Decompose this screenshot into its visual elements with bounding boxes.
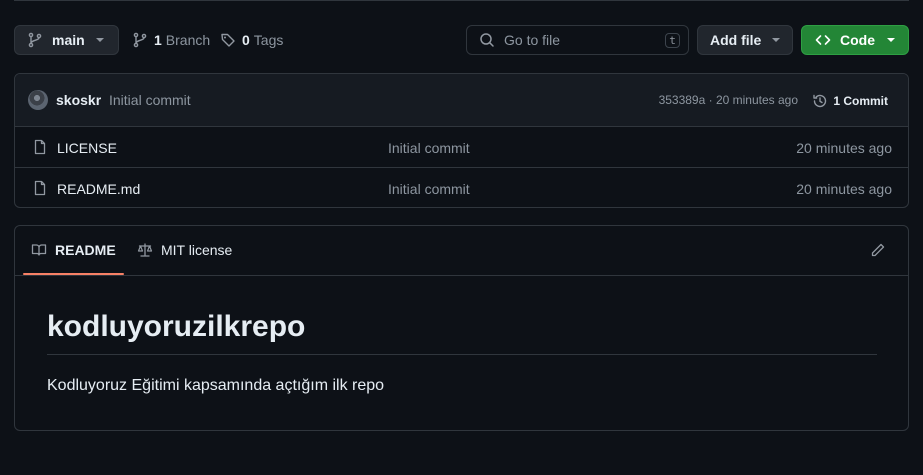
tab-license-label: MIT license <box>161 242 233 258</box>
keyboard-shortcut-hint: t <box>665 33 680 48</box>
avatar[interactable] <box>28 90 48 110</box>
branches-link[interactable]: 1 Branch <box>132 25 210 55</box>
file-icon <box>32 180 48 196</box>
file-name-link[interactable]: LICENSE <box>57 140 117 156</box>
code-label: Code <box>840 32 875 48</box>
chevron-down-icon <box>887 38 895 42</box>
top-divider <box>14 0 909 1</box>
add-file-button[interactable]: Add file <box>697 25 793 55</box>
commit-message-link[interactable]: Initial commit <box>109 92 191 108</box>
branch-label: Branch <box>165 32 211 48</box>
readme-body-text: Kodluyoruz Eğitimi kapsamında açtığım il… <box>47 377 385 394</box>
tag-count: 0 <box>242 32 250 48</box>
commit-history-link[interactable]: 1 Commit <box>812 93 888 109</box>
readme-tabs: README MIT license <box>15 226 908 276</box>
commit-count-label: 1 Commit <box>833 94 888 108</box>
tab-readme-label: README <box>55 242 116 258</box>
go-to-file-input[interactable]: Go to file t <box>466 25 689 55</box>
chevron-down-icon <box>96 38 104 42</box>
book-icon <box>31 242 47 258</box>
file-row[interactable]: LICENSE Initial commit 20 minutes ago <box>15 127 908 168</box>
branch-count: 1 <box>154 32 162 48</box>
code-icon <box>815 32 831 48</box>
tag-label: Tags <box>253 32 284 48</box>
file-icon <box>32 139 48 155</box>
code-button[interactable]: Code <box>801 25 909 55</box>
search-placeholder: Go to file <box>504 32 561 48</box>
tags-link[interactable]: 0 Tags <box>220 25 283 55</box>
history-icon <box>812 93 828 109</box>
git-branch-icon <box>27 32 43 48</box>
repo-toolbar: main 1 Branch 0 Tags Go to file t Add fi… <box>14 25 909 57</box>
latest-commit-bar: skoskr Initial commit 353389a · 20 minut… <box>15 74 908 127</box>
search-icon <box>479 32 495 48</box>
file-commit-message-link[interactable]: Initial commit <box>388 140 470 156</box>
file-name-link[interactable]: README.md <box>57 181 140 197</box>
branch-selector-button[interactable]: main <box>14 25 119 55</box>
file-table: skoskr Initial commit 353389a · 20 minut… <box>14 73 909 208</box>
commit-sha-time[interactable]: 353389a · 20 minutes ago <box>659 93 798 107</box>
tag-icon <box>220 32 236 48</box>
file-row[interactable]: README.md Initial commit 20 minutes ago <box>15 168 908 207</box>
commit-author-link[interactable]: skoskr <box>56 92 101 108</box>
file-commit-message-link[interactable]: Initial commit <box>388 181 470 197</box>
scale-icon <box>137 242 153 258</box>
branch-name: main <box>52 32 85 48</box>
readme-panel: README MIT license kodluyoruzilkrepo Kod… <box>14 225 909 431</box>
git-branch-icon <box>132 32 148 48</box>
readme-heading: kodluyoruzilkrepo <box>47 310 877 355</box>
tab-license[interactable]: MIT license <box>137 226 232 274</box>
pencil-icon[interactable] <box>870 242 886 258</box>
file-commit-age: 20 minutes ago <box>796 140 892 156</box>
file-commit-age: 20 minutes ago <box>796 181 892 197</box>
chevron-down-icon <box>772 38 780 42</box>
add-file-label: Add file <box>710 32 762 48</box>
tab-readme[interactable]: README <box>23 226 124 275</box>
